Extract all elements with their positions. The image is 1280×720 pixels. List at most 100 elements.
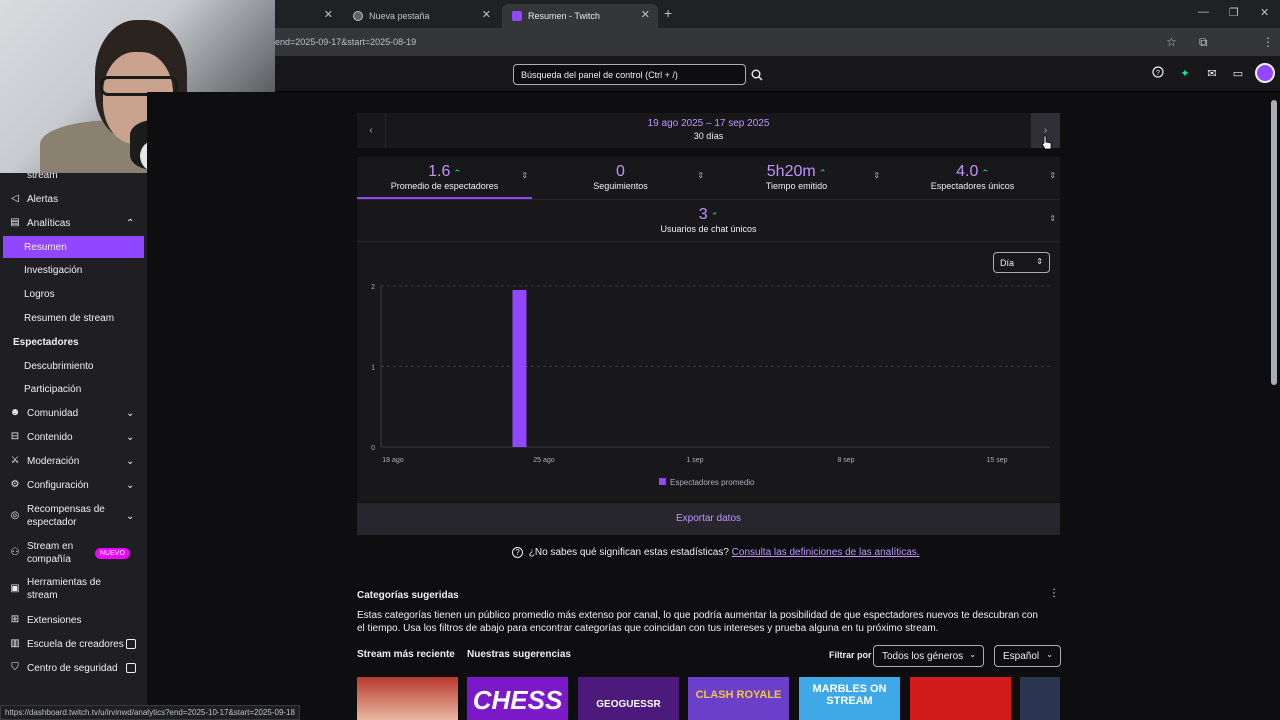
twitch-icon [512,11,522,21]
help-icon[interactable]: ? [1150,66,1166,82]
sort-icon: ⇕ [1049,214,1056,223]
sidebar-item-moderacion[interactable]: ⚔ Moderación ⌄ [0,450,147,472]
minimize-icon[interactable]: — [1198,6,1209,18]
sidebar-item-recompensas[interactable]: ◎ Recompensas de espectador ⌄ [0,502,147,530]
sidebar-item-extensiones[interactable]: ⊞ Extensiones [0,609,147,631]
sidebar-item-seguridad[interactable]: ⛉ Centro de seguridad [0,657,147,679]
categories-title: Categorías sugeridas [357,590,459,601]
genre-dropdown[interactable]: Todos los géneros ⌄ [873,645,984,667]
sidebar-item-label: Escuela de creadores [27,638,124,650]
page-scrollbar[interactable] [1271,100,1277,385]
chevron-down-icon: ⌄ [969,650,976,659]
sidebar-item-stream-compania[interactable]: ⚇ Stream en compañía NUEVO [0,539,147,567]
sidebar-item-comunidad[interactable]: ☻ Comunidad ⌄ [0,402,147,424]
sidebar-item-participacion[interactable]: Participación [0,378,147,400]
tab-suggestions[interactable]: Nuestras sugerencias [467,649,571,660]
external-link-icon [126,639,136,649]
browser-tab-new[interactable]: Nueva pestaña ✕ [343,4,499,28]
close-tab-icon[interactable]: ✕ [641,8,650,21]
search-button[interactable] [747,64,767,85]
user-avatar[interactable] [1255,63,1275,83]
stat-value: 5h20m [766,163,816,180]
bar-chart: 0 1 2 18 ago 25 ago 1 sep 8 sep 15 sep Espectado… [371,284,1050,487]
restore-icon[interactable]: ❐ [1229,6,1239,19]
mail-icon[interactable]: ✉ [1204,66,1220,82]
external-link-icon [126,663,136,673]
category-thumbnail-chess[interactable]: CHESS [467,677,568,720]
url-text[interactable]: end=2025-09-17&start=2025-08-19 [275,37,416,47]
menu-icon[interactable]: ⋮ [1262,35,1274,49]
chat-icon[interactable]: ▭ [1230,66,1246,82]
sidebar-item-herramientas[interactable]: ▣ Herramientas de stream [0,575,147,603]
stat-avg-viewers[interactable]: 1.6 ⌃ Promedio de espectadores ⇕ [357,157,532,199]
search-input[interactable] [513,64,746,85]
search-icon [751,69,763,80]
sidebar-item-label: Analíticas [27,217,71,229]
stat-follows[interactable]: 0 Seguimientos ⇕ [533,157,708,199]
sidebar-item-logros[interactable]: Logros [0,283,147,305]
sidebar-item-resumen-stream[interactable]: Resumen de stream [0,307,147,329]
new-badge: NUEVO [95,547,130,559]
help-question: ¿No sabes qué significan estas estadísti… [528,547,729,558]
more-options-icon[interactable]: ⋮ [1049,588,1059,599]
category-thumbnail[interactable] [1020,677,1060,720]
x-tick-label: 15 sep [986,457,1007,464]
chart-bar [512,290,527,447]
close-tab-icon[interactable]: ✕ [324,8,333,21]
sidebar-item-resumen[interactable]: Resumen [3,236,144,258]
sort-icon: ⇕ [873,171,880,180]
sidebar-item-label: Recompensas de espectador [27,504,105,528]
sidebar-item-contenido[interactable]: ⊟ Contenido ⌄ [0,426,147,448]
sidebar-item-alertas[interactable]: ◁ Alertas [0,188,147,210]
extensions-icon[interactable]: ⧉ [1199,35,1208,50]
stat-unique-chatters[interactable]: 3 ⌃ Usuarios de chat únicos ⇕ [357,199,1060,241]
stat-unique-chatters-inner: 3 ⌃ Usuarios de chat únicos [621,200,796,242]
analytics-icon: ▤ [10,217,20,228]
category-thumbnail-marbles[interactable]: MARBLES ON STREAM [799,677,900,720]
category-thumbnail[interactable] [357,677,458,720]
svg-text:?: ? [1156,70,1160,77]
y-tick-label: 0 [371,445,375,452]
stat-label: Espectadores únicos [930,181,1015,191]
sidebar-item-analiticas[interactable]: ▤ Analíticas ⌃ [0,212,147,234]
thumbnail-title: MARBLES ON STREAM [812,683,887,707]
sidebar-item-escuela[interactable]: ▥ Escuela de creadores [0,633,147,655]
chevron-down-icon: ⌄ [126,455,135,467]
category-thumbnail-clash[interactable]: CLASH ROYALE [688,677,789,720]
y-tick-label: 2 [371,284,375,291]
stat-unique-viewers[interactable]: 4.0 ⌃ Espectadores únicos ⇕ [885,157,1060,199]
gear-icon: ⚙ [10,479,20,490]
book-icon: ▥ [10,638,20,649]
tab-label: Nueva pestaña [369,11,430,21]
browser-tab[interactable]: ✕ [275,4,341,28]
close-window-icon[interactable]: ✕ [1260,6,1269,19]
language-dropdown[interactable]: Español ⌄ [994,645,1061,667]
question-icon: ? [512,547,523,558]
sparkle-icon[interactable]: ✦ [1177,66,1193,82]
close-tab-icon[interactable]: ✕ [482,8,491,21]
camera-icon: ▣ [10,583,20,594]
chevron-down-icon: ⌄ [126,510,135,522]
date-range-label[interactable]: 19 ago 2025 – 17 sep 2025 [357,118,1060,129]
export-data-button[interactable]: Exportar datos [357,503,1060,535]
category-thumbnail[interactable] [910,677,1011,720]
stat-time-streamed[interactable]: 5h20m ⌃ Tiempo emitido ⇕ [709,157,884,199]
help-link[interactable]: Consulta las definiciones de las analíti… [732,547,920,558]
sidebar-item-label: Moderación [27,455,80,467]
genre-value: Todos los géneros [882,651,964,662]
category-thumbnail-geoguessr[interactable]: GEOGUESSR [578,677,679,720]
sidebar-item-label: Investigación [24,264,83,276]
x-tick-label: 1 sep [686,457,703,464]
star-icon[interactable]: ☆ [1166,35,1177,49]
date-range-selector: ‹ 19 ago 2025 – 17 sep 2025 30 días › [357,113,1060,148]
sidebar-item-descubrimiento[interactable]: Descubrimiento [0,355,147,377]
sidebar-item-configuracion[interactable]: ⚙ Configuración ⌄ [0,474,147,496]
stat-label: Usuarios de chat únicos [660,224,757,234]
browser-tab-twitch[interactable]: Resumen - Twitch ✕ [502,4,658,28]
sidebar-item-label: Participación [24,383,82,395]
legend-label: Espectadores promedio [670,478,755,487]
sort-icon: ⇕ [697,171,704,180]
tab-recent-stream[interactable]: Stream más reciente [357,649,455,660]
sidebar-item-investigacion[interactable]: Investigación [0,259,147,281]
new-tab-button[interactable]: + [664,5,672,21]
